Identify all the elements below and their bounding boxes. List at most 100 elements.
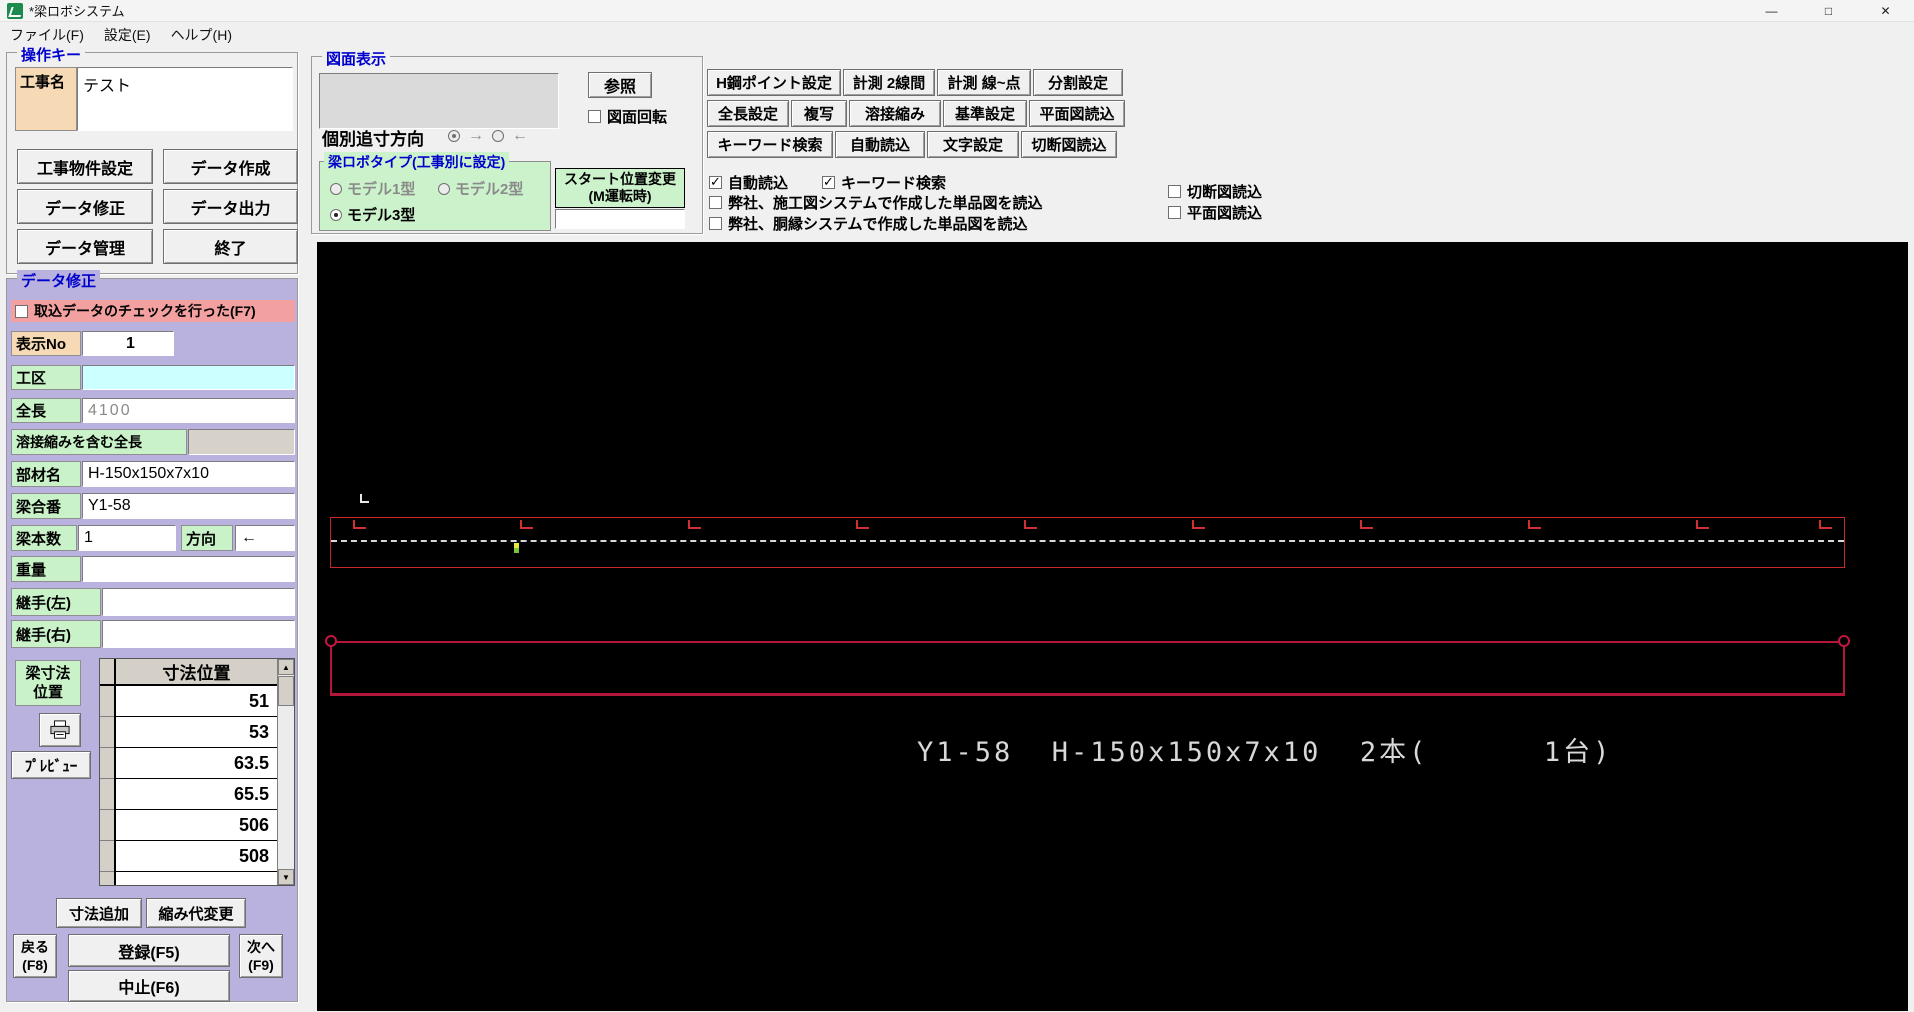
- beam-dimension-position-label: 梁寸法 位置: [15, 660, 81, 706]
- list-item[interactable]: 53: [116, 717, 277, 748]
- text-setting-button[interactable]: 文字設定: [927, 131, 1019, 158]
- total-length-setting-button[interactable]: 全長設定: [707, 100, 789, 127]
- list-item[interactable]: 506: [116, 810, 277, 841]
- shop-drawing-load-check[interactable]: 弊社、施工図システムで作成した単品図を読込: [709, 192, 1043, 213]
- right-arrow-icon: →: [468, 127, 484, 144]
- add-dimension-button[interactable]: 寸法追加: [56, 898, 142, 928]
- copy-button[interactable]: 複写: [791, 100, 847, 127]
- project-settings-button[interactable]: 工事物件設定: [17, 149, 153, 184]
- direction-field[interactable]: ←: [235, 525, 295, 551]
- list-item[interactable]: 51: [116, 686, 277, 717]
- import-check-row: 取込データのチェックを行った(F7): [11, 300, 295, 322]
- import-check-checkbox[interactable]: [15, 304, 28, 318]
- list-scrollbar[interactable]: ▲ ▼: [277, 659, 294, 885]
- model1-option[interactable]: モデル1型: [330, 178, 415, 199]
- data-manage-button[interactable]: データ管理: [17, 229, 153, 264]
- menu-file[interactable]: ファイル(F): [0, 23, 94, 47]
- toolbar-row-1: H鋼ポイント設定 計測 2線間 計測 線~点 分割設定: [707, 69, 1123, 96]
- work-zone-field[interactable]: [82, 365, 295, 390]
- back-button[interactable]: 戻る (F8): [13, 934, 57, 978]
- menu-help[interactable]: ヘルプ(H): [161, 23, 242, 47]
- beam-top-view: [330, 517, 1845, 568]
- display-no-field[interactable]: 1: [82, 331, 174, 356]
- toolbar-row-2: 全長設定 複写 溶接縮み 基準設定 平面図読込: [707, 100, 1125, 127]
- weld-shrink-length-label: 溶接縮みを含む全長: [11, 429, 187, 455]
- import-check-label: 取込データのチェックを行った(F7): [34, 303, 256, 319]
- exit-button[interactable]: 終了: [163, 229, 298, 264]
- register-button[interactable]: 登録(F5): [68, 934, 230, 967]
- cancel-button[interactable]: 中止(F6): [68, 970, 230, 1002]
- direction-right-radio[interactable]: [448, 130, 460, 142]
- reference-setting-button[interactable]: 基準設定: [943, 100, 1027, 127]
- split-setting-button[interactable]: 分割設定: [1033, 69, 1123, 96]
- display-no-label: 表示No: [11, 331, 81, 356]
- preview-button[interactable]: ﾌﾟﾚﾋﾞｭｰ: [11, 751, 91, 779]
- beam-count-field[interactable]: 1: [78, 525, 176, 551]
- data-edit-panel: データ修正 取込データのチェックを行った(F7) 表示No 1 工区 全長 41…: [6, 270, 298, 1002]
- weld-shrink-button[interactable]: 溶接縮み: [849, 100, 941, 127]
- rotate-drawing-check[interactable]: 図面回転: [588, 106, 667, 127]
- close-button[interactable]: ✕: [1857, 0, 1914, 22]
- measure-2lines-button[interactable]: 計測 2線間: [843, 69, 935, 96]
- plan-load-button[interactable]: 平面図読込: [1029, 100, 1125, 127]
- drawing-canvas[interactable]: Y1-58 H-150x150x7x10 2本( 1台): [317, 242, 1908, 1011]
- scroll-up-icon[interactable]: ▲: [278, 659, 294, 675]
- dimension-position-list[interactable]: 寸法位置 51 53 63.5 65.5 506 508 ▲ ▼: [99, 658, 295, 886]
- project-name-label: 工事名: [15, 67, 77, 131]
- start-position-change-button[interactable]: スタート位置変更 (M運転時): [555, 168, 685, 208]
- keyword-search-check[interactable]: キーワード検索: [822, 172, 946, 193]
- weight-field[interactable]: [82, 556, 295, 582]
- rotate-drawing-checkbox[interactable]: [588, 110, 601, 123]
- scrollbar-thumb[interactable]: [278, 676, 294, 706]
- data-output-button[interactable]: データ出力: [163, 189, 298, 224]
- flange-tick-mark: [1192, 520, 1205, 529]
- auto-load-button[interactable]: 自動読込: [835, 131, 925, 158]
- total-length-field[interactable]: 4100: [82, 398, 295, 423]
- joint-left-field[interactable]: [102, 588, 295, 616]
- flange-tick-mark: [856, 520, 869, 529]
- cut-drawing-load-check[interactable]: 切断図読込: [1168, 181, 1262, 202]
- change-shrink-button[interactable]: 縮み代変更: [146, 898, 246, 928]
- maximize-button[interactable]: □: [1800, 0, 1857, 22]
- flange-tick-mark: [1024, 520, 1037, 529]
- start-position-field[interactable]: [555, 209, 685, 229]
- list-item[interactable]: 65.5: [116, 779, 277, 810]
- member-name-label: 部材名: [11, 461, 81, 487]
- beam-robot-type-title: 梁ロボタイプ(工事別に設定): [324, 152, 510, 172]
- menu-bar: ファイル(F) 設定(E) ヘルプ(H): [0, 23, 1914, 46]
- member-name-field[interactable]: H-150x150x7x10: [82, 461, 295, 487]
- joint-right-field[interactable]: [102, 620, 295, 648]
- drawing-preview-box: [319, 73, 559, 129]
- operation-panel-title: 操作キー: [17, 44, 86, 65]
- beam-count-label: 梁本数: [11, 525, 77, 551]
- data-edit-panel-title: データ修正: [17, 270, 101, 291]
- joint-left-label: 継手(左): [11, 588, 101, 616]
- menu-settings[interactable]: 設定(E): [94, 23, 161, 47]
- list-item[interactable]: 63.5: [116, 748, 277, 779]
- toolbar-row-3: キーワード検索 自動読込 文字設定 切断図読込: [707, 131, 1117, 158]
- list-item[interactable]: 508: [116, 841, 277, 872]
- keyword-search-button[interactable]: キーワード検索: [707, 131, 833, 158]
- minimize-button[interactable]: —: [1743, 0, 1800, 22]
- printer-icon: [50, 720, 70, 739]
- auto-load-check[interactable]: 自動読込: [709, 172, 788, 193]
- plan-drawing-load-check[interactable]: 平面図読込: [1168, 202, 1262, 223]
- girt-system-load-check[interactable]: 弊社、胴縁システムで作成した単品図を読込: [709, 213, 1028, 234]
- next-button[interactable]: 次へ (F9): [239, 934, 283, 978]
- scroll-down-icon[interactable]: ▼: [278, 869, 294, 885]
- model2-option[interactable]: モデル2型: [438, 178, 523, 199]
- model3-option[interactable]: モデル3型: [330, 204, 415, 225]
- cut-drawing-load-button[interactable]: 切断図読込: [1021, 131, 1117, 158]
- beam-end-circle-left: [325, 635, 337, 647]
- data-create-button[interactable]: データ作成: [163, 149, 298, 184]
- h-steel-point-button[interactable]: H鋼ポイント設定: [707, 69, 841, 96]
- beam-mark-field[interactable]: Y1-58: [82, 493, 295, 519]
- browse-button[interactable]: 参照: [588, 72, 652, 98]
- data-edit-button[interactable]: データ修正: [17, 189, 153, 224]
- beam-centerline: [331, 540, 1844, 542]
- project-name-field[interactable]: テスト: [77, 67, 293, 131]
- print-button[interactable]: [39, 713, 81, 747]
- drawing-display-title: 図面表示: [322, 48, 391, 69]
- measure-line-point-button[interactable]: 計測 線~点: [937, 69, 1031, 96]
- direction-left-radio[interactable]: [492, 130, 504, 142]
